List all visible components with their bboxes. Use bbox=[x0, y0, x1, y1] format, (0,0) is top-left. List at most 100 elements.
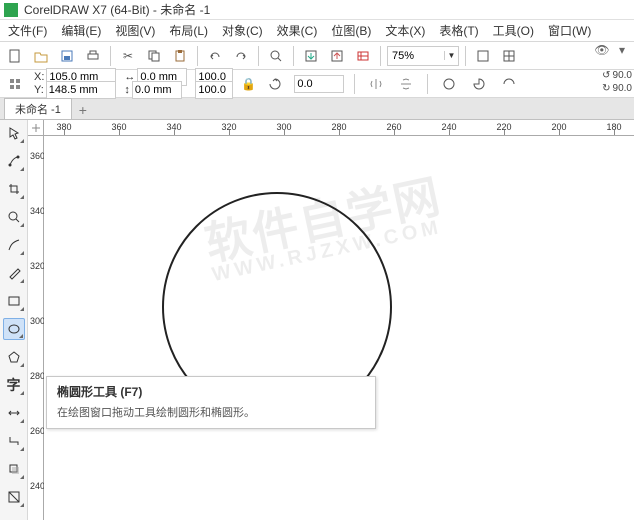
undo-button[interactable] bbox=[204, 45, 226, 67]
separator bbox=[110, 46, 111, 66]
separator bbox=[258, 46, 259, 66]
publish-button[interactable] bbox=[352, 45, 374, 67]
menu-tools[interactable]: 工具(O) bbox=[487, 20, 540, 41]
height-icon: ↕ bbox=[124, 84, 130, 96]
drop-shadow-tool[interactable] bbox=[3, 458, 25, 480]
ruler-tick: 280 bbox=[30, 371, 45, 381]
menu-view[interactable]: 视图(V) bbox=[109, 20, 161, 41]
menu-effects[interactable]: 效果(C) bbox=[271, 20, 324, 41]
ruler-tick: 260 bbox=[30, 426, 45, 436]
zoom-tool[interactable] bbox=[3, 206, 25, 228]
separator bbox=[197, 46, 198, 66]
y-label: Y: bbox=[34, 84, 44, 96]
height-input[interactable] bbox=[132, 81, 182, 99]
separator bbox=[465, 46, 466, 66]
menu-window[interactable]: 窗口(W) bbox=[542, 20, 597, 41]
ruler-tick: 300 bbox=[30, 316, 45, 326]
print-button[interactable] bbox=[82, 45, 104, 67]
open-button[interactable] bbox=[30, 45, 52, 67]
import-button[interactable] bbox=[300, 45, 322, 67]
snap-button[interactable] bbox=[498, 45, 520, 67]
property-bar: X: Y: ↔ ↕ 🔒 bbox=[0, 70, 634, 98]
drawing-canvas[interactable]: 软件自学网 WWW.RJZXW.COM 椭圆形工具 (F7) 在绘图窗口拖动工具… bbox=[44, 136, 634, 520]
rotate-icon bbox=[264, 73, 286, 95]
lock-icon[interactable]: 🔒 bbox=[241, 77, 256, 91]
workarea: 字 380360340320300280260240220200180 3603… bbox=[0, 120, 634, 520]
ellipse-mode-button[interactable] bbox=[438, 73, 460, 95]
zoom-combo[interactable]: ▼ bbox=[387, 46, 459, 66]
fullscreen-button[interactable] bbox=[472, 45, 494, 67]
cut-button[interactable]: ✂ bbox=[117, 45, 139, 67]
menu-edit[interactable]: 编辑(E) bbox=[55, 20, 107, 41]
search-button[interactable] bbox=[265, 45, 287, 67]
right-mini-icons: 👁 ▾ bbox=[594, 42, 634, 58]
parallel-dim-tool[interactable] bbox=[3, 402, 25, 424]
rectangle-tool[interactable] bbox=[3, 290, 25, 312]
shape-tool[interactable] bbox=[3, 150, 25, 172]
deg2-value: 90.0 bbox=[613, 83, 632, 94]
menu-object[interactable]: 对象(C) bbox=[216, 20, 269, 41]
main-toolbar: ✂ ▼ bbox=[0, 42, 634, 70]
copy-button[interactable] bbox=[143, 45, 165, 67]
arc-icon: ↻ bbox=[602, 83, 610, 94]
menu-layout[interactable]: 布局(L) bbox=[163, 20, 214, 41]
app-icon bbox=[4, 3, 18, 17]
arc-mode-button[interactable] bbox=[498, 73, 520, 95]
pie-mode-button[interactable] bbox=[468, 73, 490, 95]
export-button[interactable] bbox=[326, 45, 348, 67]
eye-icon[interactable]: 👁 bbox=[594, 42, 610, 58]
separator bbox=[354, 74, 355, 94]
new-button[interactable] bbox=[4, 45, 26, 67]
mirror-h-button[interactable] bbox=[365, 73, 387, 95]
separator bbox=[427, 74, 428, 94]
arc-icon: ↺ bbox=[602, 70, 610, 81]
position-block: X: Y: bbox=[34, 71, 116, 97]
connector-tool[interactable] bbox=[3, 430, 25, 452]
crop-tool[interactable] bbox=[3, 178, 25, 200]
tab-add-button[interactable]: + bbox=[74, 101, 92, 119]
ellipse-tool[interactable] bbox=[3, 318, 25, 340]
tooltip-title: 椭圆形工具 (F7) bbox=[57, 383, 365, 400]
presets-button[interactable] bbox=[4, 73, 26, 95]
scale-y-input[interactable] bbox=[195, 81, 233, 99]
transparency-tool[interactable] bbox=[3, 486, 25, 508]
save-button[interactable] bbox=[56, 45, 78, 67]
ruler-tick: 320 bbox=[30, 261, 45, 271]
deg1-value: 90.0 bbox=[613, 70, 632, 81]
pick-tool[interactable] bbox=[3, 122, 25, 144]
paste-button[interactable] bbox=[169, 45, 191, 67]
artistic-media-tool[interactable] bbox=[3, 262, 25, 284]
ruler-tick: 360 bbox=[30, 151, 45, 161]
vertical-ruler[interactable]: 360 340 320 300 280 260 240 bbox=[28, 136, 44, 520]
rotation-input[interactable] bbox=[294, 75, 344, 93]
menu-table[interactable]: 表格(T) bbox=[433, 20, 484, 41]
menu-text[interactable]: 文本(X) bbox=[379, 20, 431, 41]
size-block: ↔ ↕ bbox=[124, 71, 187, 97]
ruler-origin[interactable] bbox=[28, 120, 44, 136]
titlebar: CorelDRAW X7 (64-Bit) - 未命名 -1 bbox=[0, 0, 634, 20]
polygon-tool[interactable] bbox=[3, 346, 25, 368]
tool-tooltip: 椭圆形工具 (F7) 在绘图窗口拖动工具绘制圆形和椭圆形。 bbox=[46, 376, 376, 429]
horizontal-ruler[interactable]: 380360340320300280260240220200180 bbox=[44, 120, 634, 136]
scale-block bbox=[195, 71, 233, 97]
text-tool[interactable]: 字 bbox=[3, 374, 25, 396]
redo-button[interactable] bbox=[230, 45, 252, 67]
x-label: X: bbox=[34, 71, 44, 83]
menubar: 文件(F) 编辑(E) 视图(V) 布局(L) 对象(C) 效果(C) 位图(B… bbox=[0, 20, 634, 42]
separator bbox=[293, 46, 294, 66]
freehand-tool[interactable] bbox=[3, 234, 25, 256]
document-tab[interactable]: 未命名 -1 bbox=[4, 98, 72, 119]
menu-file[interactable]: 文件(F) bbox=[2, 20, 53, 41]
toolbox: 字 bbox=[0, 120, 28, 520]
zoom-input[interactable] bbox=[388, 47, 444, 65]
y-input[interactable] bbox=[46, 81, 116, 99]
tooltip-description: 在绘图窗口拖动工具绘制圆形和椭圆形。 bbox=[57, 404, 365, 420]
document-tabbar: 未命名 -1 + bbox=[0, 98, 634, 120]
window-title: CorelDRAW X7 (64-Bit) - 未命名 -1 bbox=[24, 1, 210, 18]
mirror-v-button[interactable] bbox=[395, 73, 417, 95]
chevron-down-icon[interactable]: ▼ bbox=[444, 51, 458, 60]
ruler-tick: 240 bbox=[30, 481, 45, 491]
menu-bitmap[interactable]: 位图(B) bbox=[325, 20, 377, 41]
dropdown-icon[interactable]: ▾ bbox=[614, 42, 630, 58]
ruler-tick: 340 bbox=[30, 206, 45, 216]
